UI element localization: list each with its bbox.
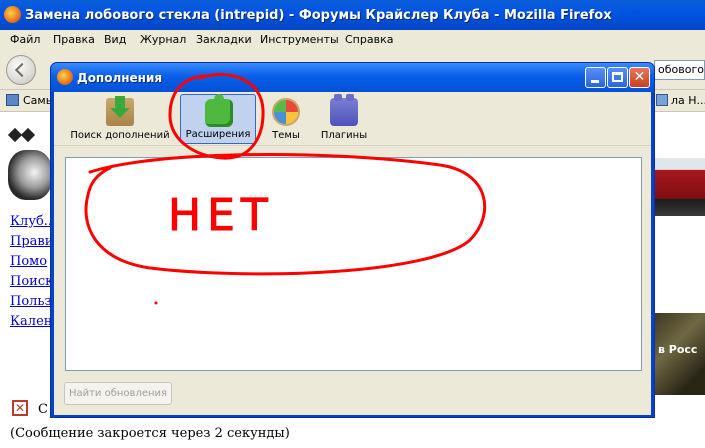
rss-feed-icon [656,94,668,106]
chrysler-club-logo [8,150,52,200]
forum-nav-links: Клуб... Прави Помо Поиск Польз Кален [10,214,50,334]
bookmark-folder-icon [6,94,19,106]
nav-link-search[interactable]: Поиск [10,274,50,294]
bookmark-label: ла Н... [671,94,705,107]
dialog-title: Дополнения [77,71,163,85]
tab-label: Поиск дополнений [70,130,170,141]
maximize-icon [612,72,623,82]
plugin-block-icon [330,94,358,126]
back-button[interactable] [6,55,36,85]
close-button[interactable]: ✕ [629,67,650,88]
tab-plugins[interactable]: Плагины [316,94,372,144]
minimize-icon [591,80,599,83]
addons-dialog: Дополнения ✕ Поиск дополнений Расширения… [50,62,655,418]
dialog-title-bar[interactable]: Дополнения ✕ [51,63,654,92]
browser-menu-bar: Файл Правка Вид Журнал Закладки Инструме… [0,30,705,50]
tab-get-addons[interactable]: Поиск дополнений [70,94,170,144]
firefox-logo-icon [4,6,21,23]
bookmark-item-most-visited[interactable]: Самы [6,94,54,107]
find-updates-button[interactable]: Найти обновления [64,382,172,405]
tab-label: Расширения [185,129,251,140]
error-icon: ✕ [12,400,28,416]
close-icon: ✕ [633,69,646,85]
extensions-list[interactable] [65,157,642,371]
bookmark-item-news[interactable]: ла Н... [656,94,705,107]
menu-help[interactable]: Справка [345,33,393,46]
puzzle-piece-icon [205,94,233,127]
nav-link-club[interactable]: Клуб... [10,214,50,234]
menu-tools[interactable]: Инструменты [260,33,339,46]
promo-banner-text: в Росс [658,343,698,356]
menu-history[interactable]: Журнал [140,33,186,46]
maximize-button[interactable] [607,67,628,88]
nav-link-rules[interactable]: Прави [10,234,50,254]
red-car-image [652,158,705,216]
menu-view[interactable]: Вид [104,33,126,46]
handwritten-no-annotation: НЕТ [168,190,274,242]
menu-file[interactable]: Файл [10,33,40,46]
addons-toolbar: Поиск дополнений Расширения Темы Плагины [54,92,651,146]
menu-bookmarks[interactable]: Закладки [196,33,252,46]
error-message-label: С [38,402,48,417]
minimize-button[interactable] [585,67,606,88]
address-bar[interactable]: обового сте [654,60,705,80]
tab-themes[interactable]: Темы [264,94,308,144]
nav-link-calendar[interactable]: Кален [10,314,50,334]
menu-edit[interactable]: Правка [53,33,95,46]
download-package-icon [106,96,134,126]
firefox-logo-icon [57,69,73,85]
promo-banner[interactable]: в Росс [652,313,705,395]
browser-window-title: Замена лобового стекла (intrepid) - Фору… [25,8,612,23]
tab-label: Темы [272,130,300,141]
tab-label: Плагины [320,130,368,141]
nav-link-help[interactable]: Помо [10,254,50,274]
auto-close-notice: (Сообщение закроется через 2 секунды) [10,426,290,441]
tab-extensions[interactable]: Расширения [180,94,256,144]
browser-title-bar: Замена лобового стекла (intrepid) - Фору… [0,0,705,30]
nav-link-users[interactable]: Польз [10,294,50,314]
dialog-body: Поиск дополнений Расширения Темы Плагины… [54,92,651,415]
palette-icon [272,98,300,126]
site-header-icons [7,127,50,143]
